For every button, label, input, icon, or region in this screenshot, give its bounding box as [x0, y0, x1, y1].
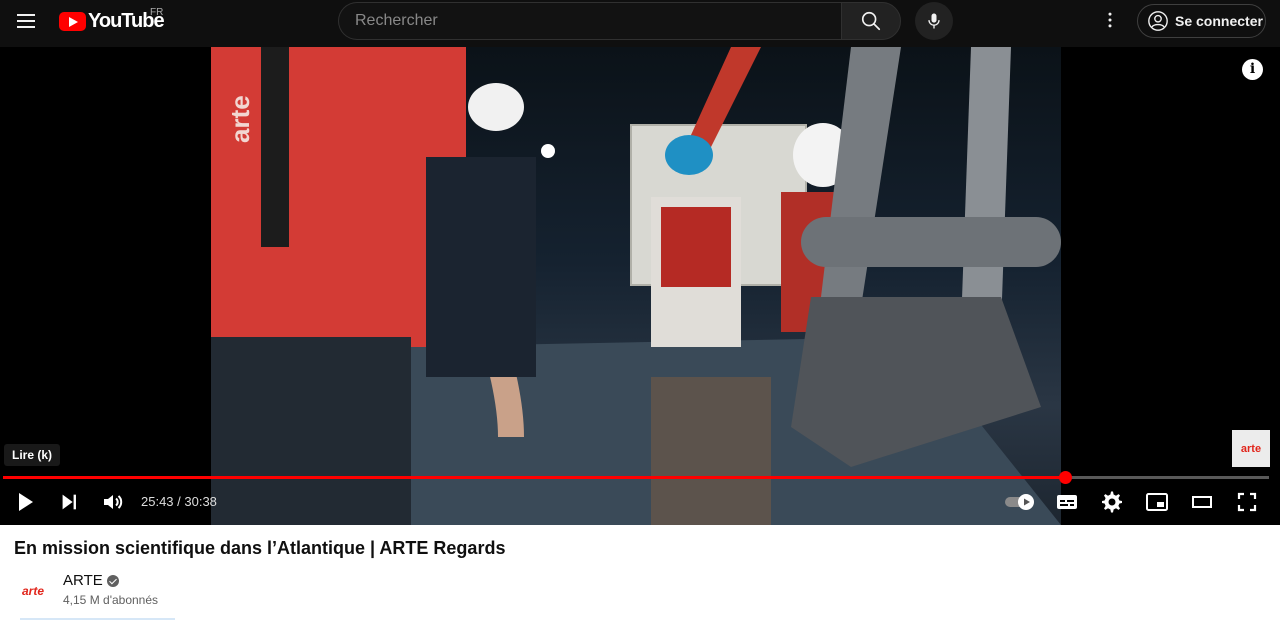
country-code: FR — [150, 7, 164, 18]
play-button[interactable] — [9, 486, 41, 518]
miniplayer-button[interactable] — [1141, 486, 1173, 518]
next-icon — [62, 494, 76, 510]
player-controls: 25:43 / 30:38 — [0, 479, 1280, 525]
channel-name-row[interactable]: ARTE — [63, 572, 119, 589]
autoplay-toggle-icon — [1005, 494, 1034, 510]
youtube-logo[interactable]: YouTube — [59, 8, 165, 34]
volume-icon — [104, 495, 123, 509]
subtitles-icon — [1057, 495, 1077, 509]
watermark-text: arte — [1240, 442, 1262, 455]
account-icon — [1148, 11, 1168, 31]
miniplayer-icon — [1146, 493, 1168, 511]
next-button[interactable] — [53, 486, 85, 518]
settings-icon — [1102, 491, 1122, 513]
search-input[interactable] — [338, 2, 841, 40]
signin-label: Se connecter — [1175, 13, 1263, 29]
video-scene: arte — [211, 47, 1061, 525]
play-tooltip: Lire (k) — [4, 444, 61, 466]
voice-search-button[interactable] — [915, 2, 953, 40]
play-icon — [19, 493, 33, 511]
channel-watermark[interactable]: arte — [1232, 430, 1270, 467]
top-bar: YouTube FR Se connecter — [0, 0, 1280, 47]
menu-icon[interactable] — [10, 5, 42, 37]
video-frame[interactable]: arte — [211, 47, 1061, 525]
time-display: 25:43 / 30:38 — [141, 494, 217, 509]
signin-button[interactable]: Se connecter — [1137, 4, 1266, 38]
search-icon — [861, 11, 881, 31]
verified-badge-icon — [106, 574, 119, 587]
fullscreen-icon — [1237, 492, 1257, 512]
info-icon[interactable]: i — [1242, 59, 1263, 80]
more-options-button[interactable] — [1094, 4, 1126, 36]
video-info: En mission scientifique dans l’Atlantiqu… — [0, 525, 1280, 620]
video-title: En mission scientifique dans l’Atlantiqu… — [14, 538, 506, 558]
search-bar — [338, 2, 901, 40]
theater-mode-button[interactable] — [1186, 486, 1218, 518]
svg-text:arte: arte — [225, 95, 255, 143]
channel-avatar[interactable]: arte — [13, 571, 53, 611]
youtube-play-logo-icon — [59, 11, 86, 31]
channel-avatar-text: arte — [21, 584, 44, 598]
search-button[interactable] — [841, 2, 901, 40]
video-player[interactable]: arte i arte Lire (k) 25:43 / 30:38 — [0, 47, 1280, 525]
microphone-icon — [928, 13, 940, 29]
autoplay-toggle[interactable] — [1003, 486, 1039, 518]
volume-button[interactable] — [97, 486, 129, 518]
channel-name[interactable]: ARTE — [63, 572, 103, 589]
more-vertical-icon — [1108, 12, 1112, 28]
fullscreen-button[interactable] — [1231, 486, 1263, 518]
theater-mode-icon — [1192, 496, 1212, 508]
subscriber-count: 4,15 M d'abonnés — [63, 593, 159, 607]
subtitles-button[interactable] — [1051, 486, 1083, 518]
settings-button[interactable] — [1096, 486, 1128, 518]
